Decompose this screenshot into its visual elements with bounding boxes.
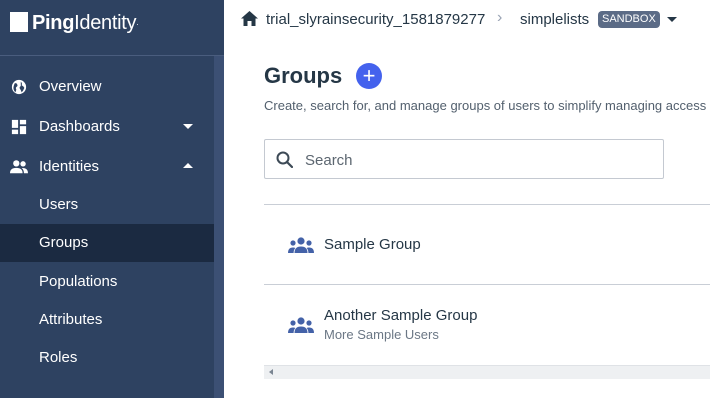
logo-mark: [10, 12, 28, 32]
sidebar-item-identities[interactable]: Identities: [0, 148, 214, 186]
logo-text-bold: Ping: [32, 12, 75, 34]
sidebar-item-users[interactable]: Users: [0, 186, 214, 224]
sidebar-item-label: Users: [39, 196, 79, 213]
sidebar-item-overview[interactable]: Overview: [0, 68, 214, 106]
search-box: [264, 139, 664, 179]
globe-icon: [11, 79, 27, 95]
sidebar-scrollbar[interactable]: [214, 56, 224, 398]
list-item[interactable]: Sample Group: [264, 205, 710, 284]
sidebar-item-groups[interactable]: Groups: [0, 224, 214, 262]
footer-area: [224, 380, 710, 398]
chevron-down-icon[interactable]: [183, 124, 193, 129]
group-name: Sample Group: [324, 236, 421, 253]
scroll-left-icon[interactable]: [269, 369, 273, 375]
groups-panel: Groups + Create, search for, and manage …: [224, 40, 710, 398]
sidebar-item-label: Identities: [39, 158, 100, 175]
chevron-down-icon[interactable]: [667, 17, 677, 22]
horizontal-scrollbar[interactable]: [264, 365, 710, 379]
sidebar-item-label: Dashboards: [39, 118, 120, 135]
search-icon: [276, 151, 293, 168]
add-group-button[interactable]: +: [356, 63, 382, 89]
sidebar-item-populations[interactable]: Populations: [0, 263, 214, 301]
chevron-right-icon: ›: [497, 9, 503, 26]
ping-identity-logo[interactable]: PingIdentity.: [0, 0, 224, 56]
page-subtitle: Create, search for, and manage groups of…: [264, 98, 707, 113]
logo-text-light: Identity: [74, 12, 137, 34]
list-item[interactable]: Another Sample Group More Sample Users: [264, 285, 710, 364]
sandbox-badge: SANDBOX: [598, 11, 660, 28]
home-icon[interactable]: [241, 11, 258, 26]
breadcrumb: trial_slyrainsecurity_1581879277 › simpl…: [224, 0, 710, 40]
sidebar-item-label: Overview: [39, 78, 102, 95]
people-icon: [10, 160, 28, 174]
sidebar-item-dashboards[interactable]: Dashboards: [0, 108, 214, 146]
sidebar-item-label: Populations: [39, 273, 118, 290]
group-name: Another Sample Group: [324, 307, 478, 324]
sidebar-item-attributes[interactable]: Attributes: [0, 301, 214, 339]
application-selector[interactable]: simplelists: [520, 11, 589, 29]
sidebar-item-label: Groups: [39, 234, 89, 251]
sidebar-item-label: Attributes: [39, 311, 103, 328]
sidebar: PingIdentity. Overview Dashboards Identi…: [0, 0, 224, 398]
group-icon: [288, 237, 314, 253]
chevron-up-icon[interactable]: [183, 163, 193, 168]
main-content: Groups + Create, search for, and manage …: [224, 40, 710, 398]
sidebar-item-label: Roles: [39, 349, 78, 366]
page-title: Groups: [264, 63, 343, 88]
group-icon: [288, 317, 314, 333]
dashboard-icon: [11, 119, 27, 135]
logo-trademark: .: [136, 18, 139, 27]
group-description: More Sample Users: [324, 327, 439, 342]
logo-text: PingIdentity.: [32, 11, 138, 35]
groups-list: Sample Group Another Sample Group More S…: [264, 204, 710, 364]
search-input[interactable]: [305, 149, 645, 171]
sidebar-item-roles[interactable]: Roles: [0, 339, 214, 377]
environment-link[interactable]: trial_slyrainsecurity_1581879277: [266, 11, 485, 29]
